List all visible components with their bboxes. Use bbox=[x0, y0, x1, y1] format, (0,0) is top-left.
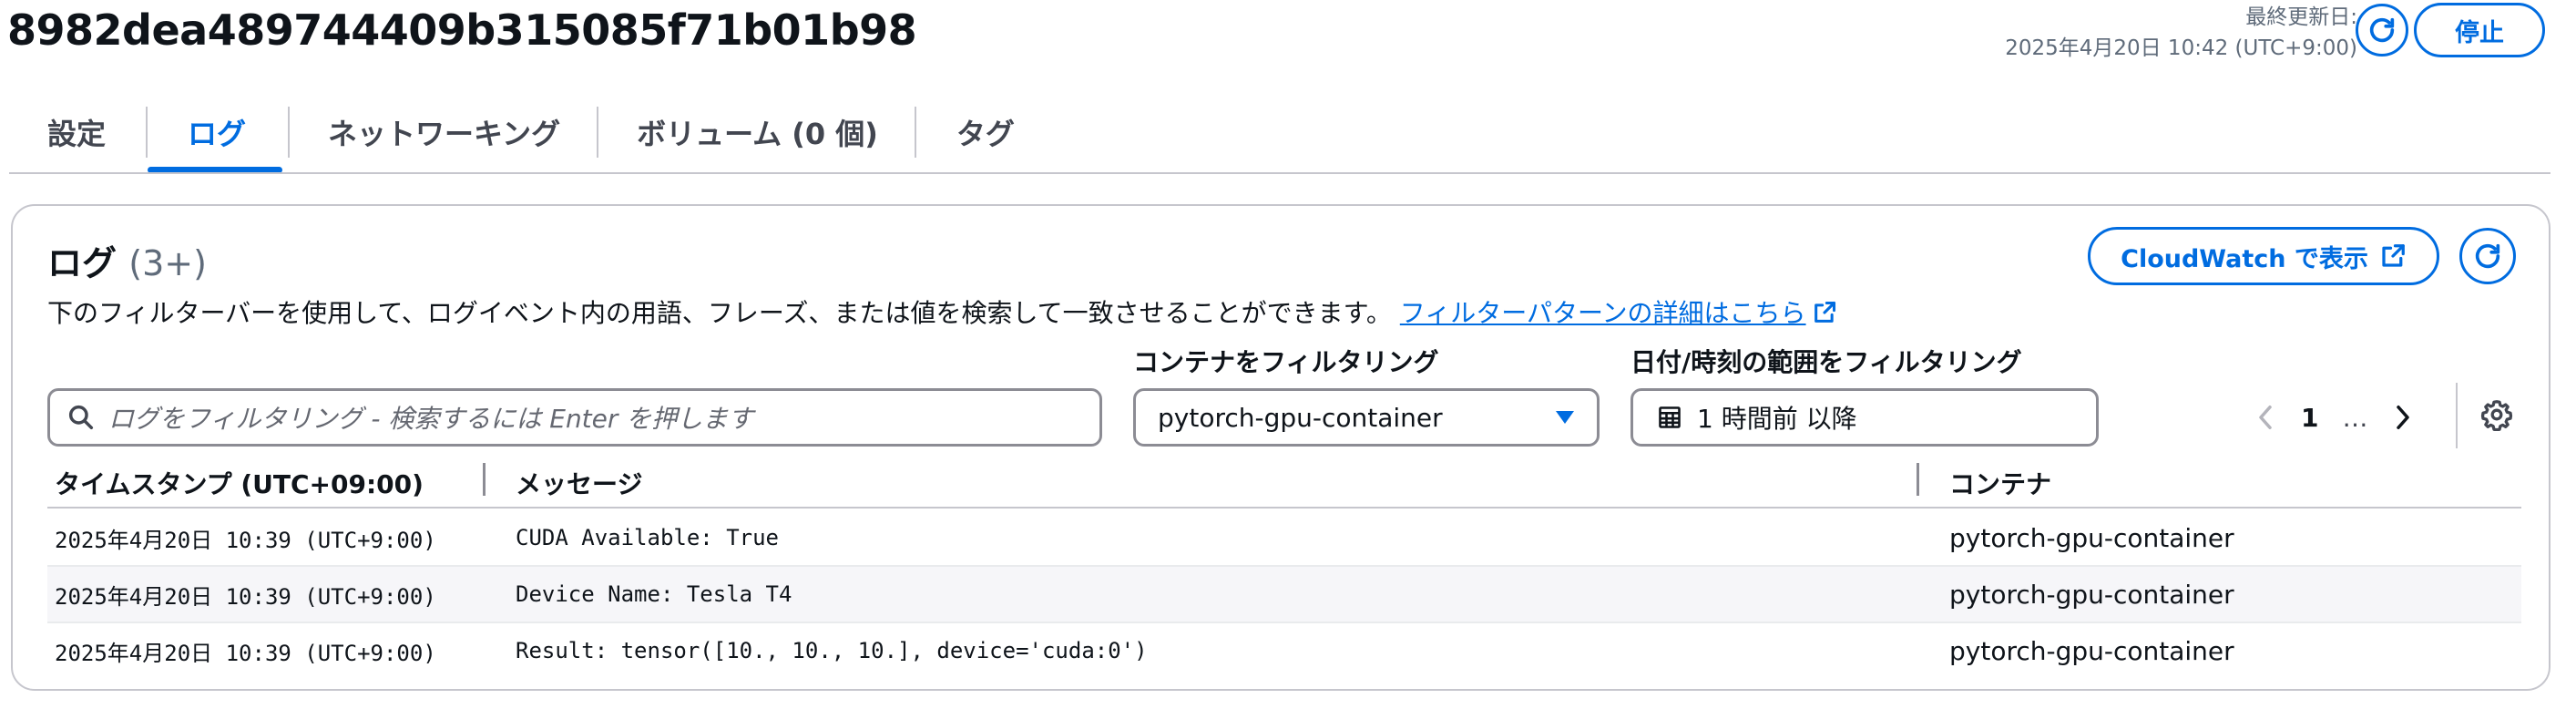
page-title: 8982dea489744409b315085f71b01b98 bbox=[7, 5, 917, 55]
logs-count: (3+) bbox=[128, 243, 207, 283]
row-message: Device Name: Tesla T4 bbox=[516, 581, 792, 607]
stop-button[interactable]: 停止 bbox=[2414, 3, 2545, 57]
row-container: pytorch-gpu-container bbox=[1949, 522, 2234, 553]
refresh-logs-button[interactable] bbox=[2459, 228, 2516, 284]
table-row[interactable]: 2025年4月20日 10:39 (UTC+9:00) Result: tens… bbox=[47, 623, 2521, 680]
last-updated: 最終更新日: 2025年4月20日 10:42 (UTC+9:00) bbox=[2005, 2, 2357, 64]
dropdown-caret-icon bbox=[1556, 411, 1574, 424]
table-row[interactable]: 2025年4月20日 10:39 (UTC+9:00) Device Name:… bbox=[47, 567, 2521, 623]
logs-heading: ログ (3+) bbox=[47, 235, 207, 285]
filter-pattern-link-text[interactable]: フィルターパターンの詳細はこちら bbox=[1400, 298, 1806, 328]
page-ellipsis: … bbox=[2342, 402, 2368, 433]
description-text: 下のフィルターバーを使用して、ログイベント内の用語、フレーズ、または値を検索して… bbox=[47, 298, 1392, 328]
column-header-timestamp[interactable]: タイムスタンプ (UTC+09:00) bbox=[55, 465, 424, 501]
row-message: CUDA Available: True bbox=[516, 525, 779, 550]
container-filter-value: pytorch-gpu-container bbox=[1158, 402, 1443, 433]
cloudwatch-label: CloudWatch で表示 bbox=[2121, 244, 2368, 273]
gear-icon bbox=[2480, 400, 2513, 431]
refresh-icon bbox=[2475, 243, 2500, 269]
tab-tags[interactable]: タグ bbox=[916, 91, 1051, 173]
table-header-divider bbox=[47, 507, 2521, 509]
tab-bar: 設定 ログ ネットワーキング ボリューム (0 個) タグ bbox=[9, 91, 1051, 173]
date-range-filter[interactable]: 1 時間前 以降 bbox=[1630, 388, 2099, 447]
refresh-icon bbox=[2369, 17, 2395, 43]
container-filter-select[interactable]: pytorch-gpu-container bbox=[1133, 388, 1600, 447]
column-resizer[interactable] bbox=[1917, 463, 1919, 496]
container-filter-label: コンテナをフィルタリング bbox=[1133, 347, 1439, 377]
logs-description: 下のフィルターバーを使用して、ログイベント内の用語、フレーズ、または値を検索して… bbox=[47, 293, 1837, 330]
pagination: 1 … bbox=[2254, 388, 2415, 447]
tab-networking[interactable]: ネットワーキング bbox=[290, 91, 597, 173]
table-row[interactable]: 2025年4月20日 10:39 (UTC+9:00) CUDA Availab… bbox=[47, 510, 2521, 567]
refresh-button[interactable] bbox=[2356, 4, 2408, 57]
row-timestamp: 2025年4月20日 10:39 (UTC+9:00) bbox=[55, 640, 436, 666]
external-link-icon bbox=[2382, 244, 2405, 267]
calendar-icon bbox=[1659, 406, 1681, 428]
row-message: Result: tensor([10., 10., 10.], device='… bbox=[516, 638, 1148, 663]
filter-pattern-link[interactable]: フィルターパターンの詳細はこちら bbox=[1400, 298, 1837, 328]
tab-logs[interactable]: ログ bbox=[148, 91, 283, 173]
date-filter-label: 日付/時刻の範囲をフィルタリング bbox=[1630, 347, 2022, 377]
table-preferences-button[interactable] bbox=[2474, 392, 2520, 437]
column-header-message[interactable]: メッセージ bbox=[516, 465, 642, 501]
row-container: pytorch-gpu-container bbox=[1949, 579, 2234, 610]
tab-volumes[interactable]: ボリューム (0 個) bbox=[598, 91, 915, 173]
column-header-container[interactable]: コンテナ bbox=[1949, 465, 2051, 501]
log-search-input[interactable]: ログをフィルタリング - 検索するには Enter を押します bbox=[47, 388, 1102, 447]
page-number[interactable]: 1 bbox=[2301, 403, 2318, 433]
search-icon bbox=[68, 405, 94, 430]
pagination-divider bbox=[2456, 383, 2458, 448]
row-container: pytorch-gpu-container bbox=[1949, 635, 2234, 666]
row-timestamp: 2025年4月20日 10:39 (UTC+9:00) bbox=[55, 527, 436, 553]
tabs-divider bbox=[9, 172, 2550, 174]
tab-settings[interactable]: 設定 bbox=[9, 91, 146, 173]
row-timestamp: 2025年4月20日 10:39 (UTC+9:00) bbox=[55, 583, 436, 610]
chevron-right-icon[interactable] bbox=[2391, 404, 2415, 431]
last-updated-value: 2025年4月20日 10:42 (UTC+9:00) bbox=[2005, 36, 2357, 60]
date-filter-value: 1 時間前 以降 bbox=[1697, 404, 1857, 434]
external-link-icon bbox=[1814, 301, 1835, 323]
view-in-cloudwatch-button[interactable]: CloudWatch で表示 bbox=[2088, 227, 2439, 285]
logs-title: ログ bbox=[47, 243, 118, 283]
chevron-left-icon[interactable] bbox=[2254, 404, 2277, 431]
column-resizer[interactable] bbox=[483, 463, 486, 496]
last-updated-label: 最終更新日: bbox=[2245, 5, 2357, 29]
search-placeholder: ログをフィルタリング - 検索するには Enter を押します bbox=[108, 404, 754, 434]
